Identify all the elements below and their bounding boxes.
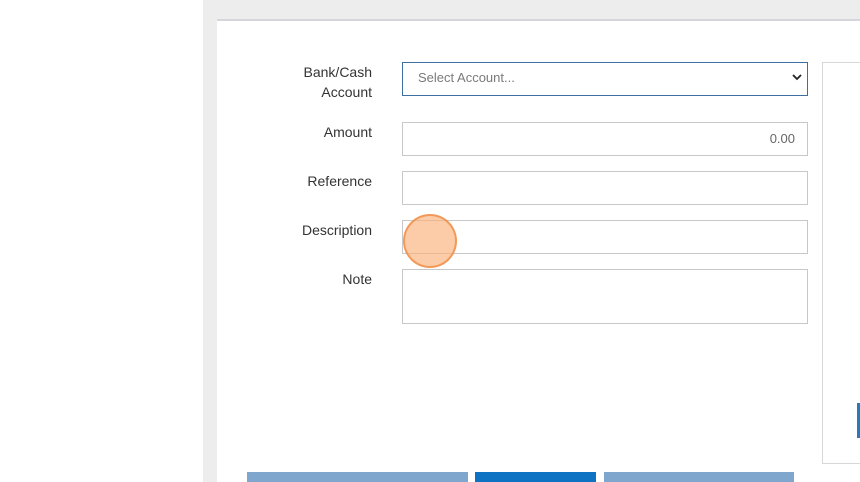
reference-field[interactable] xyxy=(402,171,808,205)
chevron-down-icon xyxy=(792,74,802,81)
select-value: Select Account... xyxy=(418,70,515,85)
secondary-button-left[interactable] xyxy=(247,472,468,482)
left-blank-area xyxy=(0,0,203,482)
secondary-button-right[interactable] xyxy=(604,472,794,482)
click-indicator xyxy=(403,214,457,268)
primary-button[interactable] xyxy=(475,472,596,482)
amount-field[interactable]: 0.00 xyxy=(402,122,808,156)
bank-cash-label-line2: Account xyxy=(321,84,372,100)
side-panel xyxy=(822,62,860,464)
note-textarea[interactable] xyxy=(402,269,808,324)
amount-value: 0.00 xyxy=(769,131,795,146)
bank-cash-account-label: Bank/Cash Account xyxy=(304,62,372,102)
bank-cash-label-line1: Bank/Cash xyxy=(303,64,372,80)
description-field[interactable] xyxy=(402,220,808,254)
bank-cash-account-select[interactable]: Select Account... xyxy=(402,62,808,96)
reference-label: Reference xyxy=(307,173,372,189)
description-label: Description xyxy=(301,222,372,238)
note-label: Note xyxy=(342,271,372,287)
amount-label: Amount xyxy=(323,124,372,140)
